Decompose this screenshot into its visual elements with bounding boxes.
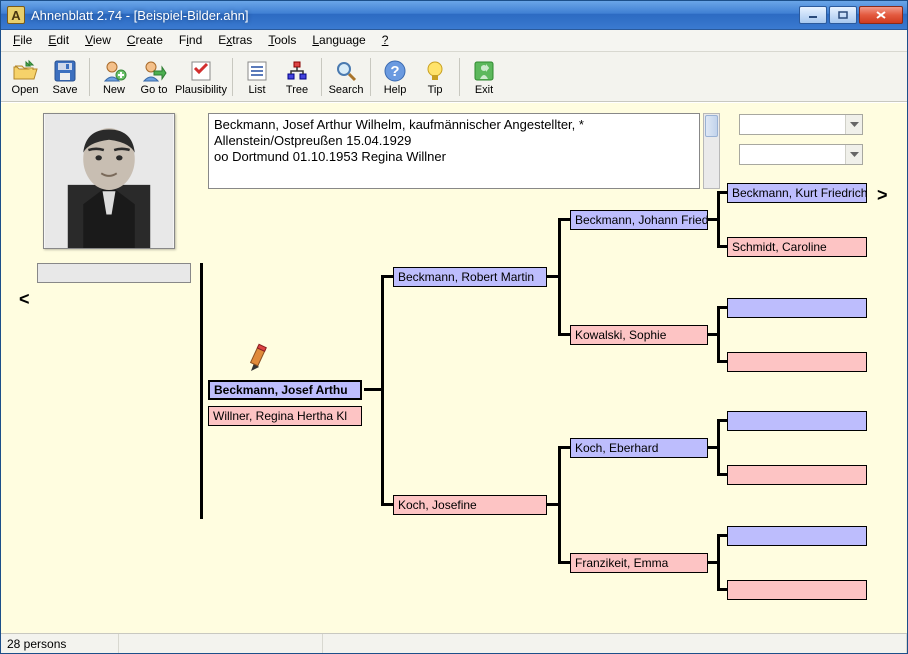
- menu-create[interactable]: Create: [119, 30, 171, 51]
- person-detail-text: Beckmann, Josef Arthur Wilhelm, kaufmänn…: [208, 113, 700, 189]
- floppy-icon: [52, 58, 78, 84]
- father-box[interactable]: Beckmann, Robert Martin: [393, 267, 547, 287]
- menu-help[interactable]: ?: [374, 30, 397, 51]
- person-plus-icon: [101, 58, 127, 84]
- app-window: A Ahnenblatt 2.74 - [Beispiel-Bilder.ahn…: [0, 0, 908, 654]
- toolbar-separator: [321, 58, 322, 96]
- detail-scrollbar[interactable]: [703, 113, 720, 189]
- save-button[interactable]: Save: [45, 55, 85, 98]
- menu-view[interactable]: View: [77, 30, 119, 51]
- toolbar: Open Save New Go to: [1, 52, 907, 102]
- ancestor-empty[interactable]: [727, 580, 867, 600]
- nav-right-arrow[interactable]: >: [877, 185, 888, 206]
- exit-button[interactable]: Exit: [464, 55, 504, 98]
- menu-find[interactable]: Find: [171, 30, 210, 51]
- new-button[interactable]: New: [94, 55, 134, 98]
- ancestor-empty[interactable]: [727, 465, 867, 485]
- maternal-grandfather-box[interactable]: Koch, Eberhard: [570, 438, 708, 458]
- descendant-empty[interactable]: [37, 263, 191, 283]
- menu-file[interactable]: File: [5, 30, 40, 51]
- toolbar-separator: [232, 58, 233, 96]
- person-arrow-icon: [141, 58, 167, 84]
- minimize-button[interactable]: [799, 6, 827, 24]
- toolbar-separator: [459, 58, 460, 96]
- help-button[interactable]: ? Help: [375, 55, 415, 98]
- search-icon: [333, 58, 359, 84]
- workarea: Beckmann, Josef Arthur Wilhelm, kaufmänn…: [1, 102, 907, 633]
- search-button[interactable]: Search: [326, 55, 366, 98]
- portrait-placeholder-icon: [44, 114, 174, 248]
- pencil-icon: [249, 343, 269, 373]
- exit-icon: [471, 58, 497, 84]
- scrollbar-thumb[interactable]: [705, 115, 718, 137]
- checklist-icon: [188, 58, 214, 84]
- menu-extras[interactable]: Extras: [210, 30, 260, 51]
- menu-language[interactable]: Language: [304, 30, 373, 51]
- center-person[interactable]: Beckmann, Josef Arthu: [208, 380, 362, 400]
- plausibility-button[interactable]: Plausibility: [174, 55, 228, 98]
- paternal-grandmother-box[interactable]: Kowalski, Sophie: [570, 325, 708, 345]
- paternal-great-grandfather-box[interactable]: Beckmann, Kurt Friedrich: [727, 183, 867, 203]
- ancestor-empty[interactable]: [727, 352, 867, 372]
- svg-text:?: ?: [390, 63, 399, 80]
- open-button[interactable]: Open: [5, 55, 45, 98]
- paternal-great-grandmother-box[interactable]: Schmidt, Caroline: [727, 237, 867, 257]
- chevron-down-icon: [845, 115, 862, 134]
- toolbar-separator: [370, 58, 371, 96]
- menu-edit[interactable]: Edit: [40, 30, 77, 51]
- person-portrait[interactable]: [43, 113, 175, 249]
- detail-line: oo Dortmund 01.10.1953 Regina Willner: [214, 149, 694, 165]
- toolbar-separator: [89, 58, 90, 96]
- status-persons: 28 persons: [1, 634, 119, 653]
- menu-tools[interactable]: Tools: [260, 30, 304, 51]
- close-icon: [875, 10, 887, 20]
- maternal-grandmother-box[interactable]: Franzikeit, Emma: [570, 553, 708, 573]
- lightbulb-icon: [422, 58, 448, 84]
- titlebar: A Ahnenblatt 2.74 - [Beispiel-Bilder.ahn…: [1, 1, 907, 30]
- status-cell: [119, 634, 323, 653]
- tree-button[interactable]: Tree: [277, 55, 317, 98]
- filter-combo-1[interactable]: [739, 114, 863, 135]
- maximize-icon: [838, 11, 848, 19]
- folder-open-icon: [12, 58, 38, 84]
- descendants-bracket: [197, 263, 203, 519]
- list-button[interactable]: List: [237, 55, 277, 98]
- tip-button[interactable]: Tip: [415, 55, 455, 98]
- list-icon: [244, 58, 270, 84]
- nav-left-arrow[interactable]: <: [19, 289, 30, 310]
- chevron-down-icon: [845, 145, 862, 164]
- ancestor-empty[interactable]: [727, 298, 867, 318]
- menubar: File Edit View Create Find Extras Tools …: [1, 30, 907, 52]
- help-icon: ?: [382, 58, 408, 84]
- detail-line: Beckmann, Josef Arthur Wilhelm, kaufmänn…: [214, 117, 694, 133]
- close-button[interactable]: [859, 6, 903, 24]
- status-cell: [323, 634, 907, 653]
- window-title: Ahnenblatt 2.74 - [Beispiel-Bilder.ahn]: [31, 8, 799, 23]
- mother-box[interactable]: Koch, Josefine: [393, 495, 547, 515]
- statusbar: 28 persons: [1, 633, 907, 653]
- minimize-icon: [808, 11, 818, 19]
- ancestor-empty[interactable]: [727, 526, 867, 546]
- center-spouse[interactable]: Willner, Regina Hertha Kl: [208, 406, 362, 426]
- tree-icon: [284, 58, 310, 84]
- app-icon: A: [7, 6, 25, 24]
- ancestor-empty[interactable]: [727, 411, 867, 431]
- detail-line: Allenstein/Ostpreußen 15.04.1929: [214, 133, 694, 149]
- maximize-button[interactable]: [829, 6, 857, 24]
- goto-button[interactable]: Go to: [134, 55, 174, 98]
- filter-combo-2[interactable]: [739, 144, 863, 165]
- paternal-grandfather-box[interactable]: Beckmann, Johann Friedr: [570, 210, 708, 230]
